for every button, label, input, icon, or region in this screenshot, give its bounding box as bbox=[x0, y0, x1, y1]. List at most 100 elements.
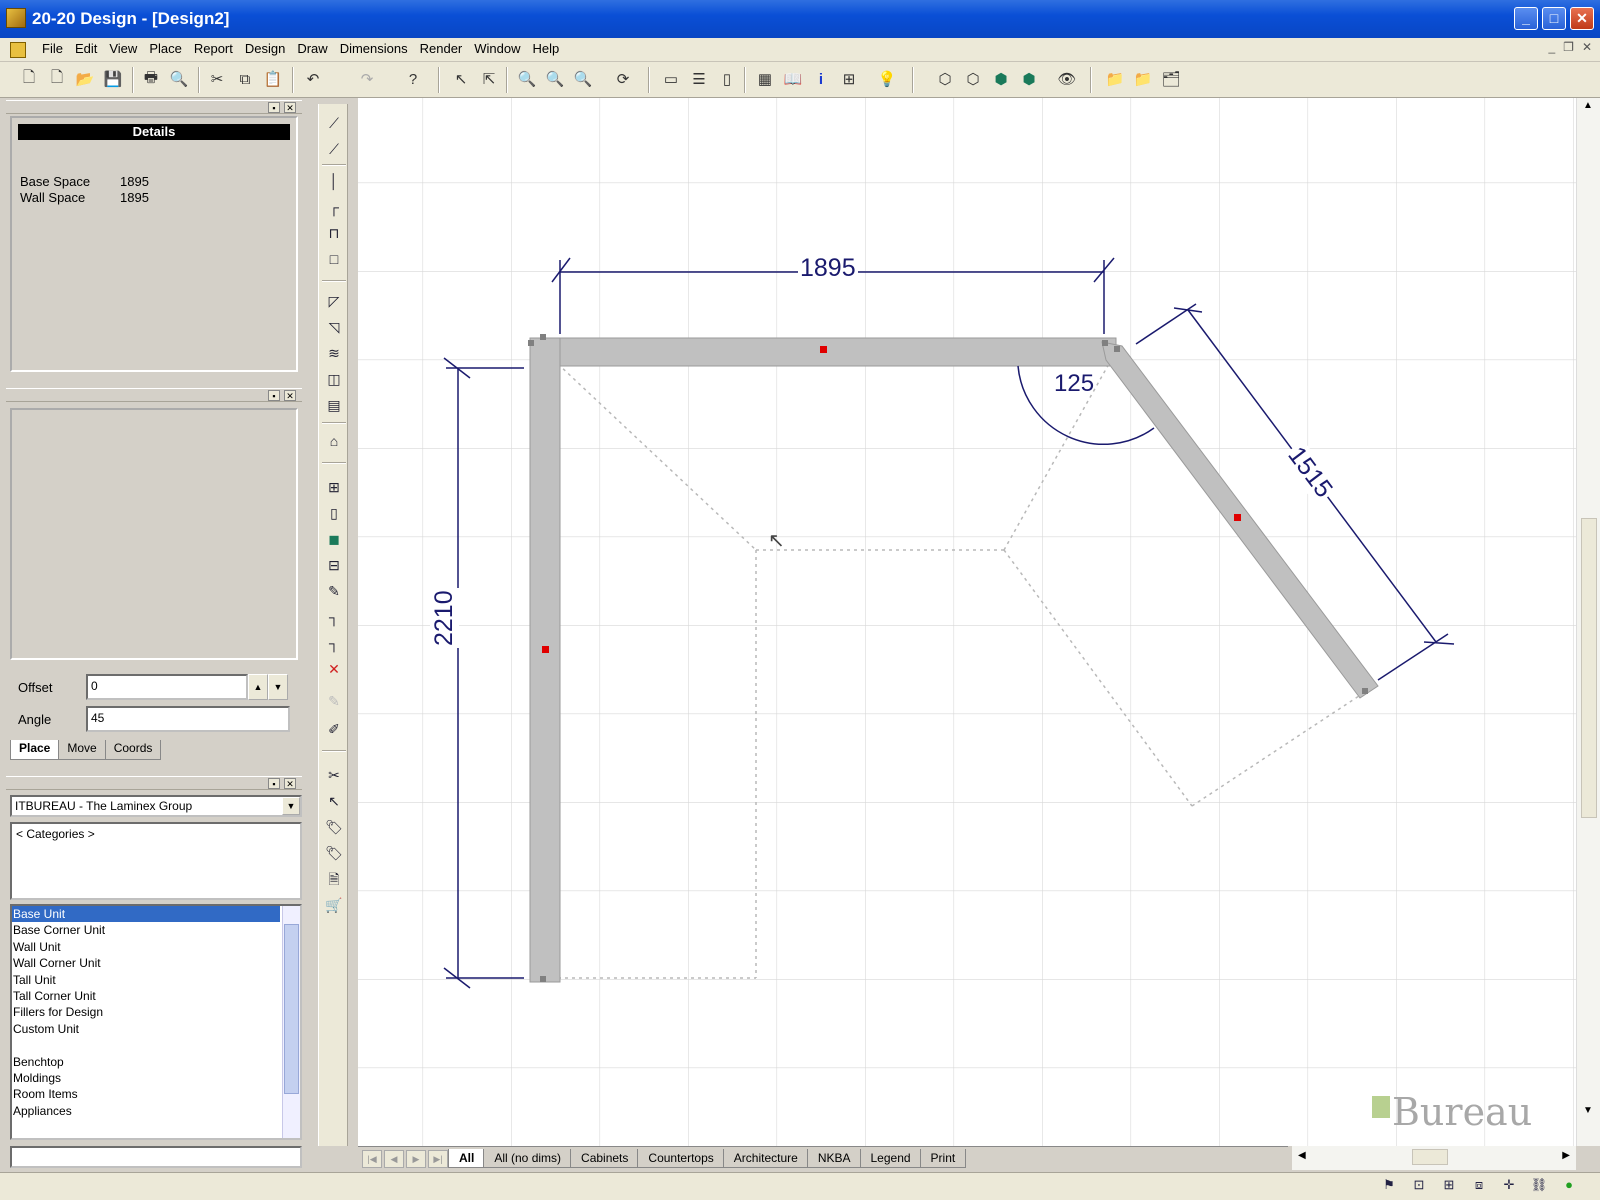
menu-help[interactable]: Help bbox=[527, 41, 566, 56]
panel-close-icon[interactable]: ✕ bbox=[284, 778, 296, 789]
panel-icon[interactable]: ▯ bbox=[716, 68, 738, 90]
categories-label[interactable]: < Categories > bbox=[16, 827, 296, 841]
menu-dimensions[interactable]: Dimensions bbox=[334, 41, 414, 56]
maximize-button[interactable]: □ bbox=[1542, 7, 1566, 30]
save-icon[interactable]: 💾 bbox=[102, 68, 124, 90]
tab-cabinets[interactable]: Cabinets bbox=[570, 1149, 640, 1168]
document-icon[interactable] bbox=[10, 42, 26, 58]
menu-view[interactable]: View bbox=[103, 41, 143, 56]
edit-tool-icon[interactable]: ✐ bbox=[323, 718, 345, 740]
list-item[interactable]: Base Unit bbox=[12, 906, 280, 923]
list-item[interactable]: Benchtop bbox=[12, 1054, 280, 1070]
select-icon[interactable]: ↖ bbox=[450, 68, 472, 90]
room-tool-icon[interactable]: ⌂ bbox=[323, 430, 345, 452]
tab-countertops[interactable]: Countertops bbox=[637, 1149, 725, 1168]
tab-nkba[interactable]: NKBA bbox=[806, 1149, 862, 1168]
app-icon[interactable] bbox=[6, 8, 26, 28]
menu-design[interactable]: Design bbox=[239, 41, 291, 56]
light-icon[interactable]: 💡 bbox=[876, 68, 898, 90]
panel-close-icon[interactable]: ✕ bbox=[284, 102, 296, 113]
panel-pin-icon[interactable]: ▪ bbox=[268, 102, 280, 113]
floor-plan[interactable] bbox=[358, 98, 1576, 1146]
scroll-left-icon[interactable]: ◀ bbox=[1298, 1150, 1306, 1161]
scrollbar-thumb[interactable] bbox=[1412, 1149, 1448, 1165]
flag-icon[interactable]: ⚑ bbox=[1378, 1177, 1400, 1197]
rectangle-icon[interactable]: □ bbox=[323, 248, 345, 270]
menu-file[interactable]: File bbox=[36, 41, 69, 56]
help-icon[interactable]: ? bbox=[402, 68, 424, 90]
spin-down-icon[interactable]: ▼ bbox=[268, 674, 288, 700]
prev-tab-icon[interactable]: ◀ bbox=[384, 1150, 404, 1168]
cut-icon[interactable]: ✂ bbox=[206, 68, 228, 90]
new-icon[interactable]: 🗋 bbox=[18, 68, 40, 90]
corner-tool2-icon[interactable]: ┐ bbox=[323, 632, 345, 654]
zoom-icon[interactable]: 🔍 bbox=[516, 68, 538, 90]
list-item[interactable]: Base Corner Unit bbox=[12, 922, 280, 938]
line-icon[interactable]: │ bbox=[323, 170, 345, 192]
window-tool-icon[interactable]: ⊞ bbox=[323, 476, 345, 498]
refresh-icon[interactable]: ⟳ bbox=[612, 68, 634, 90]
tag-multi-icon[interactable]: 🏷 bbox=[323, 842, 345, 864]
print-icon[interactable]: 🖶 bbox=[140, 68, 162, 90]
list-icon[interactable]: ☰ bbox=[688, 68, 710, 90]
copy-icon[interactable]: ⧉ bbox=[234, 68, 256, 90]
panel-close-icon[interactable]: ✕ bbox=[284, 390, 296, 401]
new-doc-icon[interactable]: 🗋 bbox=[46, 68, 68, 90]
scroll-up-icon[interactable]: ▲ bbox=[1583, 100, 1593, 111]
catalog-search-input[interactable] bbox=[10, 1146, 302, 1168]
redo-icon[interactable]: ↷ bbox=[356, 68, 378, 90]
menu-window[interactable]: Window bbox=[468, 41, 526, 56]
print-preview-icon[interactable]: 🔍 bbox=[168, 68, 190, 90]
tab-all[interactable]: All bbox=[448, 1149, 486, 1168]
last-tab-icon[interactable]: ▶| bbox=[428, 1150, 448, 1168]
cube4-icon[interactable]: ⬢ bbox=[1018, 68, 1040, 90]
handle-left[interactable] bbox=[542, 646, 549, 653]
report-icon[interactable]: 🗎 bbox=[323, 868, 345, 890]
tools-icon[interactable]: ✂ bbox=[323, 764, 345, 786]
book-icon[interactable]: 📖 bbox=[782, 68, 804, 90]
tab-architecture[interactable]: Architecture bbox=[722, 1149, 809, 1168]
minimize-button[interactable]: _ bbox=[1514, 7, 1538, 30]
pencil-icon[interactable]: ✎ bbox=[323, 580, 345, 602]
mdi-minimize-icon[interactable]: _ bbox=[1548, 40, 1555, 54]
cube-icon[interactable]: ⬡ bbox=[934, 68, 956, 90]
close-button[interactable]: ✕ bbox=[1570, 7, 1594, 30]
appliance-tool-icon[interactable]: ◼ bbox=[323, 528, 345, 550]
chain-icon[interactable]: ⛓ bbox=[1528, 1177, 1550, 1197]
offset-spinner[interactable]: ▲ ▼ bbox=[248, 674, 288, 700]
list-item[interactable]: Custom Unit bbox=[12, 1021, 280, 1037]
panel-pin-icon[interactable]: ▪ bbox=[268, 778, 280, 789]
tab-all-no-dims[interactable]: All (no dims) bbox=[483, 1149, 573, 1168]
tab-coords[interactable]: Coords bbox=[104, 740, 162, 760]
offset-input[interactable]: 0 bbox=[86, 674, 248, 700]
scrollbar-thumb[interactable] bbox=[1581, 518, 1597, 818]
draw-wall-icon[interactable]: ⟋ bbox=[323, 112, 345, 134]
u-shape-icon[interactable]: ⊓ bbox=[323, 222, 345, 244]
ortho-icon[interactable]: ⧈ bbox=[1468, 1177, 1490, 1197]
scrollbar-thumb[interactable] bbox=[284, 924, 299, 1094]
open-icon[interactable]: 📂 bbox=[74, 68, 96, 90]
panel-pin-icon[interactable]: ▪ bbox=[268, 390, 280, 401]
eye-icon[interactable]: 👁 bbox=[1056, 68, 1078, 90]
undo-icon[interactable]: ↶ bbox=[302, 68, 324, 90]
first-tab-icon[interactable]: |◀ bbox=[362, 1150, 382, 1168]
mdi-close-icon[interactable]: ✕ bbox=[1582, 40, 1592, 54]
list-item[interactable]: Wall Corner Unit bbox=[12, 955, 280, 971]
zoom-out-icon[interactable]: 🔍 bbox=[572, 68, 594, 90]
spin-up-icon[interactable]: ▲ bbox=[248, 674, 268, 700]
canvas-horizontal-scrollbar[interactable]: ◀ ▶ bbox=[1292, 1146, 1576, 1170]
catalog-select[interactable]: ITBUREAU - The Laminex Group ▼ bbox=[10, 795, 302, 817]
scroll-right-icon[interactable]: ▶ bbox=[1562, 1150, 1570, 1161]
menu-edit[interactable]: Edit bbox=[69, 41, 103, 56]
tab-move[interactable]: Move bbox=[58, 740, 106, 760]
door-tool-icon[interactable]: ▯ bbox=[323, 502, 345, 524]
canvas-vertical-scrollbar[interactable]: ▲ ▼ bbox=[1576, 98, 1600, 1146]
paste-icon[interactable]: 📋 bbox=[262, 68, 284, 90]
menu-draw[interactable]: Draw bbox=[291, 41, 333, 56]
select-multi-icon[interactable]: ⇱ bbox=[478, 68, 500, 90]
cube2-icon[interactable]: ⬡ bbox=[962, 68, 984, 90]
l-shape-icon[interactable]: ┌ bbox=[323, 196, 345, 218]
list-item[interactable]: Tall Unit bbox=[12, 972, 280, 988]
crosshair-icon[interactable]: ✛ bbox=[1498, 1177, 1520, 1197]
list-item[interactable]: Wall Unit bbox=[12, 939, 280, 955]
